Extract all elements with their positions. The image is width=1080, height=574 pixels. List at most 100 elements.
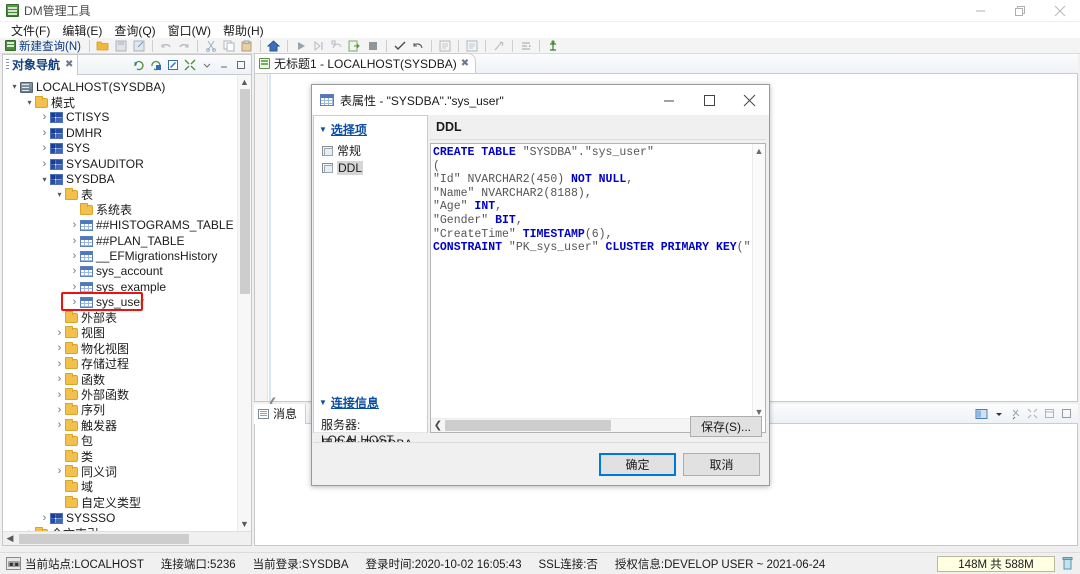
menu-file[interactable]: 文件(F) xyxy=(5,22,56,38)
refresh-icon[interactable] xyxy=(131,57,146,72)
chevron-right-icon[interactable] xyxy=(54,387,65,402)
chevron-right-icon[interactable] xyxy=(39,110,50,125)
tree-node[interactable]: ##HISTOGRAMS_TABLE xyxy=(3,218,251,233)
menu-query[interactable]: 查询(Q) xyxy=(108,22,161,38)
view-menu-icon[interactable] xyxy=(199,57,214,72)
drag-handle-icon[interactable] xyxy=(6,59,9,70)
pin-icon[interactable] xyxy=(1008,406,1023,421)
object-tree[interactable]: LOCALHOST(SYSDBA)模式CTISYSDMHRSYSSYSAUDIT… xyxy=(3,75,251,531)
chevron-right-icon[interactable] xyxy=(69,264,80,279)
chevron-right-icon[interactable] xyxy=(54,341,65,356)
tree-node[interactable]: DMHR xyxy=(3,125,251,140)
tree-node[interactable]: __EFMigrationsHistory xyxy=(3,248,251,263)
redo-icon[interactable] xyxy=(175,39,193,53)
maximize-icon[interactable] xyxy=(1000,0,1040,22)
tree-node[interactable]: 视图 xyxy=(3,325,251,340)
chevron-right-icon[interactable] xyxy=(54,402,65,417)
ddl-textbox[interactable]: CREATE TABLE "SYSDBA"."sys_user"("Id" NV… xyxy=(430,143,766,433)
tree-node[interactable]: 包 xyxy=(3,433,251,448)
tab-object-navigator[interactable]: 对象导航 ✖ xyxy=(3,54,79,75)
ddl-code-text[interactable]: CREATE TABLE "SYSDBA"."sys_user"("Id" NV… xyxy=(433,146,751,418)
chevron-down-icon[interactable] xyxy=(24,95,35,110)
scroll-thumb[interactable] xyxy=(240,89,250,294)
stop-icon[interactable] xyxy=(364,39,382,53)
chevron-right-icon[interactable] xyxy=(39,156,50,171)
menu-help[interactable]: 帮助(H) xyxy=(217,22,270,38)
chevron-right-icon[interactable] xyxy=(69,233,80,248)
open-folder-icon[interactable] xyxy=(94,39,112,53)
scroll-up-icon[interactable]: ▲ xyxy=(753,144,765,157)
close-icon[interactable] xyxy=(729,85,769,115)
dropdown-icon[interactable] xyxy=(991,406,1006,421)
tree-icon[interactable] xyxy=(544,39,562,53)
tree-node[interactable]: 物化视图 xyxy=(3,341,251,356)
chevron-right-icon[interactable] xyxy=(54,464,65,479)
scroll-down-icon[interactable]: ▼ xyxy=(240,517,249,531)
explain2-icon[interactable] xyxy=(463,39,481,53)
tab-messages[interactable]: 消息 xyxy=(254,403,307,424)
minimize-panel-icon[interactable] xyxy=(1059,406,1074,421)
chevron-right-icon[interactable] xyxy=(39,141,50,156)
tree-node[interactable]: sys_user xyxy=(3,294,251,310)
save-icon[interactable] xyxy=(112,39,130,53)
tab-untitled1[interactable]: 无标题1 - LOCALHOST(SYSDBA) ✖ xyxy=(254,53,477,73)
paste-icon[interactable] xyxy=(238,39,256,53)
save-as-icon[interactable] xyxy=(130,39,148,53)
tree-node[interactable]: LOCALHOST(SYSDBA) xyxy=(3,79,251,94)
explain-icon[interactable] xyxy=(436,39,454,53)
scroll-up-icon[interactable]: ▲ xyxy=(240,75,249,89)
tree-node[interactable]: SYSAUDITOR xyxy=(3,156,251,171)
close-icon[interactable]: ✖ xyxy=(461,58,469,69)
minimize-icon[interactable] xyxy=(960,0,1000,22)
menu-edit[interactable]: 编辑(E) xyxy=(56,22,108,38)
tree-node[interactable]: 域 xyxy=(3,479,251,494)
tree-node[interactable]: SYSDBA xyxy=(3,171,251,186)
stop-step-icon[interactable] xyxy=(328,39,346,53)
chevron-right-icon[interactable] xyxy=(54,418,65,433)
close-icon[interactable] xyxy=(1040,0,1080,22)
tree-node[interactable]: 外部函数 xyxy=(3,387,251,402)
save-button[interactable]: 保存(S)... xyxy=(690,416,762,437)
copy-icon[interactable] xyxy=(220,39,238,53)
tree-node[interactable]: 类 xyxy=(3,448,251,464)
tree-node[interactable]: ##PLAN_TABLE xyxy=(3,233,251,248)
tree-node[interactable]: 同义词 xyxy=(3,464,251,479)
maximize-panel-icon[interactable] xyxy=(1025,406,1040,421)
tree-node[interactable]: 触发器 xyxy=(3,418,251,433)
chevron-right-icon[interactable] xyxy=(69,218,80,233)
scroll-thumb[interactable] xyxy=(19,533,189,544)
restore-panel-icon[interactable] xyxy=(233,57,248,72)
cut-icon[interactable] xyxy=(202,39,220,53)
undo-icon[interactable] xyxy=(157,39,175,53)
tree-node[interactable]: sys_account xyxy=(3,264,251,279)
close-icon[interactable]: ✖ xyxy=(65,59,73,70)
chevron-right-icon[interactable] xyxy=(69,295,80,310)
trash-icon[interactable] xyxy=(1059,556,1075,572)
restore-panel-icon[interactable] xyxy=(1042,406,1057,421)
tree-node[interactable]: 外部表 xyxy=(3,310,251,325)
navigator-vertical-scrollbar[interactable]: ▲ ▼ xyxy=(237,75,251,531)
tree-node[interactable]: 表 xyxy=(3,187,251,202)
run-icon[interactable] xyxy=(292,39,310,53)
edit-icon[interactable] xyxy=(165,57,180,72)
navigator-horizontal-scrollbar[interactable]: ◀ xyxy=(3,531,251,545)
minimize-panel-icon[interactable] xyxy=(216,57,231,72)
run-step-icon[interactable] xyxy=(310,39,328,53)
ddl-vertical-scrollbar[interactable]: ▲ ▼ xyxy=(752,144,765,418)
chevron-down-icon[interactable] xyxy=(39,172,50,187)
cancel-button[interactable]: 取消 xyxy=(683,453,760,476)
tree-node[interactable]: 系统表 xyxy=(3,202,251,217)
sidebar-item-ddl[interactable]: DDL xyxy=(314,159,427,176)
tree-node[interactable]: SYSSSO xyxy=(3,510,251,525)
maximize-icon[interactable] xyxy=(689,85,729,115)
tree-node[interactable]: SYS xyxy=(3,141,251,156)
sidebar-header[interactable]: ▼ 选择项 xyxy=(314,116,427,142)
check-icon[interactable] xyxy=(391,39,409,53)
tree-node[interactable]: 模式 xyxy=(3,94,251,110)
tree-node[interactable]: 函数 xyxy=(3,371,251,387)
tree-node[interactable]: 存储过程 xyxy=(3,356,251,371)
menu-window[interactable]: 窗口(W) xyxy=(162,22,217,38)
collapse-icon[interactable] xyxy=(148,57,163,72)
sidebar-item-general[interactable]: 常规 xyxy=(314,142,427,159)
chevron-down-icon[interactable] xyxy=(9,79,20,94)
